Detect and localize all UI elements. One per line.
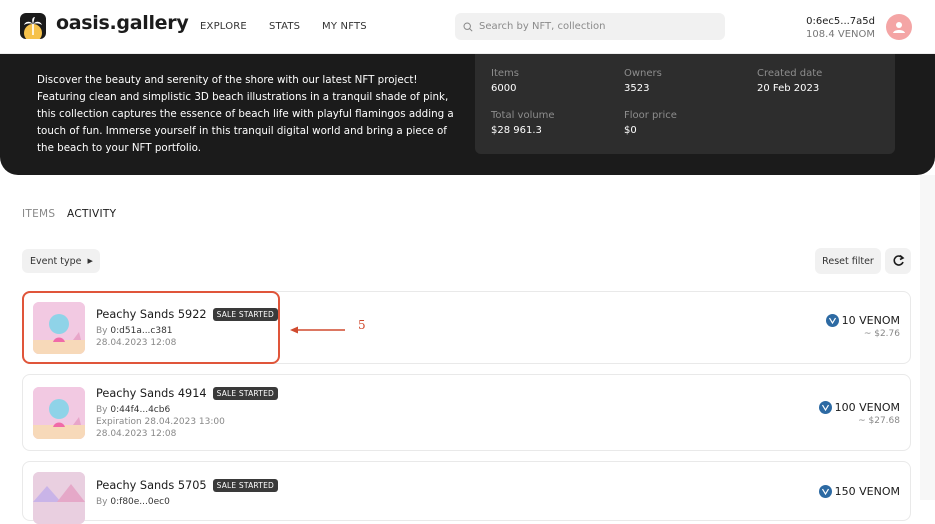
nft-thumbnail[interactable] [33,387,85,439]
tab-items[interactable]: ITEMS [22,208,55,220]
stat-created: Created date 20 Feb 2023 [757,67,822,96]
stat-owners: Owners 3523 [624,67,662,96]
refresh-button[interactable] [885,248,911,274]
collection-tabs: ITEMS ACTIVITY [22,208,124,220]
stat-items-value: 6000 [491,83,517,94]
stat-floor-value: $0 [624,125,637,136]
stat-created-label: Created date [757,68,823,79]
price-venom: 150 VENOM [834,485,900,498]
nav-explore[interactable]: EXPLORE [200,21,247,32]
event-timestamp: 28.04.2023 12:08 [96,429,177,439]
search-input[interactable] [479,21,719,32]
top-bar: oasis.gallery EXPLORE STATS MY NFTS 0:6e… [0,0,935,54]
nft-thumbnail[interactable] [33,472,85,524]
refresh-icon [892,252,905,271]
account-info[interactable]: 0:6ec5...7a5d 108.4 VENOM [806,15,875,41]
annotation-label: 5 [358,318,366,332]
stat-volume: Total volume $28 961.3 [491,109,555,138]
price-venom: 10 VENOM [841,314,900,327]
nav-stats[interactable]: STATS [269,21,300,32]
nft-meta: By 0:f80e...0ec0 [96,496,170,508]
palm-logo-icon[interactable] [20,13,46,39]
nft-title: Peachy Sands 5705 SALE STARTED [96,479,278,492]
seller-address[interactable]: 0:44f4...4cb6 [110,405,170,415]
activity-row[interactable]: Peachy Sands 4914 SALE STARTED By 0:44f4… [22,374,911,451]
price-block: 100 VENOM ~ $27.68 [818,401,900,426]
avatar[interactable] [886,14,912,40]
caret-right-icon: ▶ [87,257,93,265]
tab-activity[interactable]: ACTIVITY [67,208,116,220]
expiration-text: Expiration 28.04.2023 13:00 [96,417,225,427]
by-prefix: By [96,497,108,507]
collection-description: Discover the beauty and serenity of the … [37,74,454,154]
venom-icon [818,485,832,498]
nft-title: Peachy Sands 4914 SALE STARTED [96,387,278,400]
status-badge: SALE STARTED [212,387,278,400]
nav-my-nfts[interactable]: MY NFTS [322,21,367,32]
price-usd: ~ $2.76 [863,329,900,339]
stat-owners-label: Owners [624,68,662,79]
site-logo-text[interactable]: oasis.gallery [56,12,189,34]
price-usd: ~ $27.68 [858,416,900,426]
stat-items-label: Items [491,68,519,79]
annotation-arrow-icon [290,326,345,334]
stat-floor-label: Floor price [624,110,677,121]
account-address: 0:6ec5...7a5d [806,16,875,27]
nft-meta: By 0:44f4...4cb6 Expiration 28.04.2023 1… [96,404,225,440]
search-icon [463,17,473,36]
stat-items: Items 6000 [491,67,519,96]
price-block: 150 VENOM [818,485,900,498]
collection-stats-panel: Items 6000 Owners 3523 Created date 20 F… [475,54,895,154]
stat-volume-value: $28 961.3 [491,125,542,136]
seller-address[interactable]: 0:f80e...0ec0 [110,497,169,507]
by-prefix: By [96,405,108,415]
nft-name[interactable]: Peachy Sands 5705 [96,479,207,492]
stat-owners-value: 3523 [624,83,650,94]
collection-hero: Discover the beauty and serenity of the … [0,54,935,175]
status-badge: SALE STARTED [212,479,278,492]
venom-icon [818,401,832,414]
stat-volume-label: Total volume [491,110,555,121]
stat-created-value: 20 Feb 2023 [757,83,820,94]
reset-filter-button[interactable]: Reset filter [815,248,881,274]
search-bar[interactable] [455,13,725,40]
scrollbar[interactable] [920,175,935,500]
stat-floor: Floor price $0 [624,109,677,138]
annotation-highlight-box [22,291,280,364]
account-balance: 108.4 VENOM [806,29,875,40]
event-type-label: Event type [30,255,82,267]
activity-row[interactable]: Peachy Sands 5705 SALE STARTED By 0:f80e… [22,461,911,524]
venom-icon [825,314,839,327]
nft-name[interactable]: Peachy Sands 4914 [96,387,207,400]
event-type-filter[interactable]: Event type ▶ [22,249,100,273]
price-venom: 100 VENOM [834,401,900,414]
price-block: 10 VENOM ~ $2.76 [825,314,900,339]
